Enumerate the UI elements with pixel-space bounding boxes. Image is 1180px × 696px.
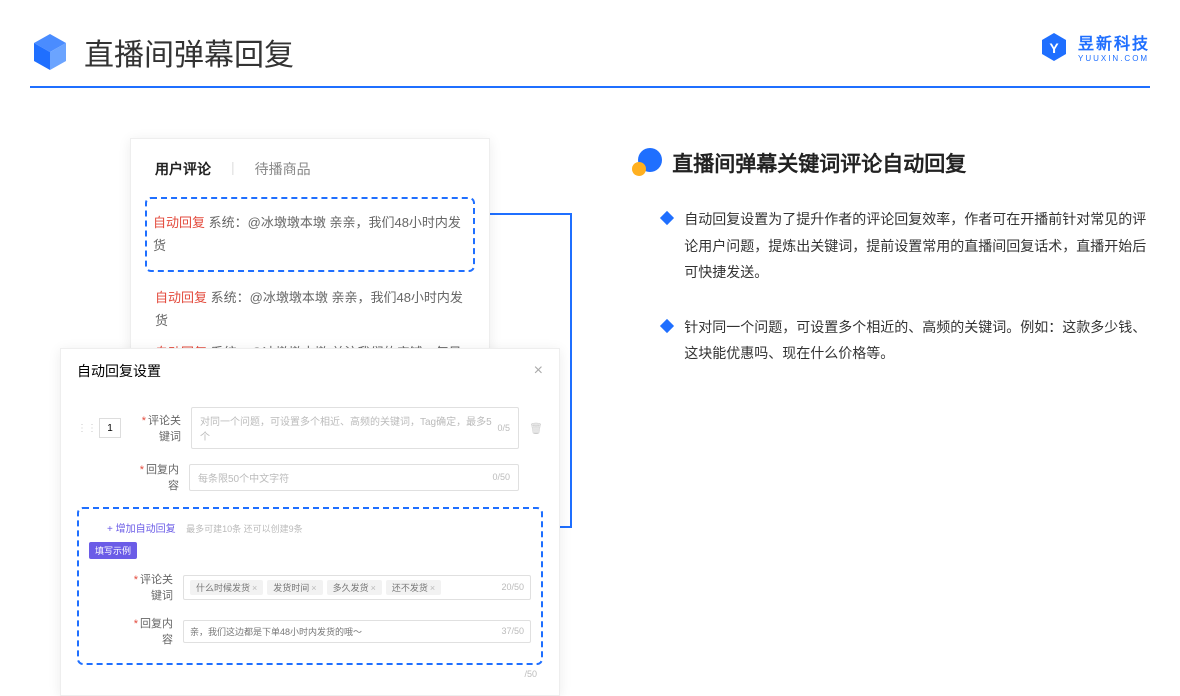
tab-divider: |	[231, 159, 235, 179]
bullet-item: 自动回复设置为了提升作者的评论回复效率，作者可在开播前针对常见的评论用户问题，提…	[662, 206, 1150, 286]
example-content-input[interactable]: 亲，我们这边都是下单48小时内发货的哦～ 37/50	[183, 620, 531, 643]
brand-logo-area: Y 昱新科技 YUUXIN.COM	[1038, 30, 1150, 63]
cube-icon	[30, 32, 70, 72]
settings-title: 自动回复设置	[77, 361, 161, 381]
comment-row: 自动回复 系统：@冰墩墩本墩 亲亲，我们48小时内发货	[155, 282, 465, 337]
connector-line	[490, 213, 570, 215]
comment-row: 自动回复 系统：@冰墩墩本墩 亲亲，我们48小时内发货	[153, 207, 467, 262]
content-input[interactable]: 每条限50个中文字符 0/50	[189, 464, 519, 491]
example-keyword-input[interactable]: 什么时候发货× 发货时间× 多久发货× 还不发货× 20/50	[183, 575, 531, 600]
example-label: 填写示例	[89, 542, 137, 559]
section-title: 直播间弹幕关键词评论自动回复	[672, 148, 966, 178]
row-number: 1	[99, 418, 121, 438]
right-column: 直播间弹幕关键词评论自动回复 自动回复设置为了提升作者的评论回复效率，作者可在开…	[632, 138, 1150, 395]
brand-name: 昱新科技	[1078, 30, 1150, 54]
delete-icon[interactable]: 🗑	[529, 422, 543, 435]
diamond-icon	[660, 319, 674, 333]
connector-line	[570, 213, 572, 528]
page-title: 直播间弹幕回复	[84, 30, 294, 74]
settings-panel: 自动回复设置 × ⋮⋮ 1 *评论关键词 对同一个问题，可设置多个相近、高频的关…	[60, 348, 560, 696]
tab-user-comments[interactable]: 用户评论	[155, 159, 211, 179]
bullet-item: 针对同一个问题，可设置多个相近的、高频的关键词。例如：这款多少钱、这块能优惠吗、…	[662, 314, 1150, 367]
example-section: + 增加自动回复 最多可建10条 还可以创建9条 填写示例 *评论关键词 什么时…	[77, 507, 543, 665]
close-icon[interactable]: ×	[534, 362, 543, 380]
add-auto-reply-link[interactable]: + 增加自动回复	[89, 524, 176, 535]
tab-products[interactable]: 待播商品	[255, 159, 311, 179]
brand-logo-icon: Y	[1038, 31, 1070, 63]
diamond-icon	[660, 211, 674, 225]
bubble-icon	[632, 148, 662, 178]
highlighted-comment: 自动回复 系统：@冰墩墩本墩 亲亲，我们48小时内发货	[145, 197, 475, 272]
outer-count: /50	[77, 665, 543, 679]
auto-reply-tag: 自动回复	[153, 215, 205, 230]
drag-handle-icon[interactable]: ⋮⋮	[77, 423, 89, 434]
auto-reply-tag: 自动回复	[155, 290, 207, 305]
brand-sub: YUUXIN.COM	[1078, 54, 1150, 63]
keyword-input[interactable]: 对同一个问题，可设置多个相近、高频的关键词，Tag确定，最多5个 0/5	[191, 407, 519, 449]
svg-text:Y: Y	[1049, 40, 1059, 56]
header: 直播间弹幕回复	[0, 0, 1180, 86]
